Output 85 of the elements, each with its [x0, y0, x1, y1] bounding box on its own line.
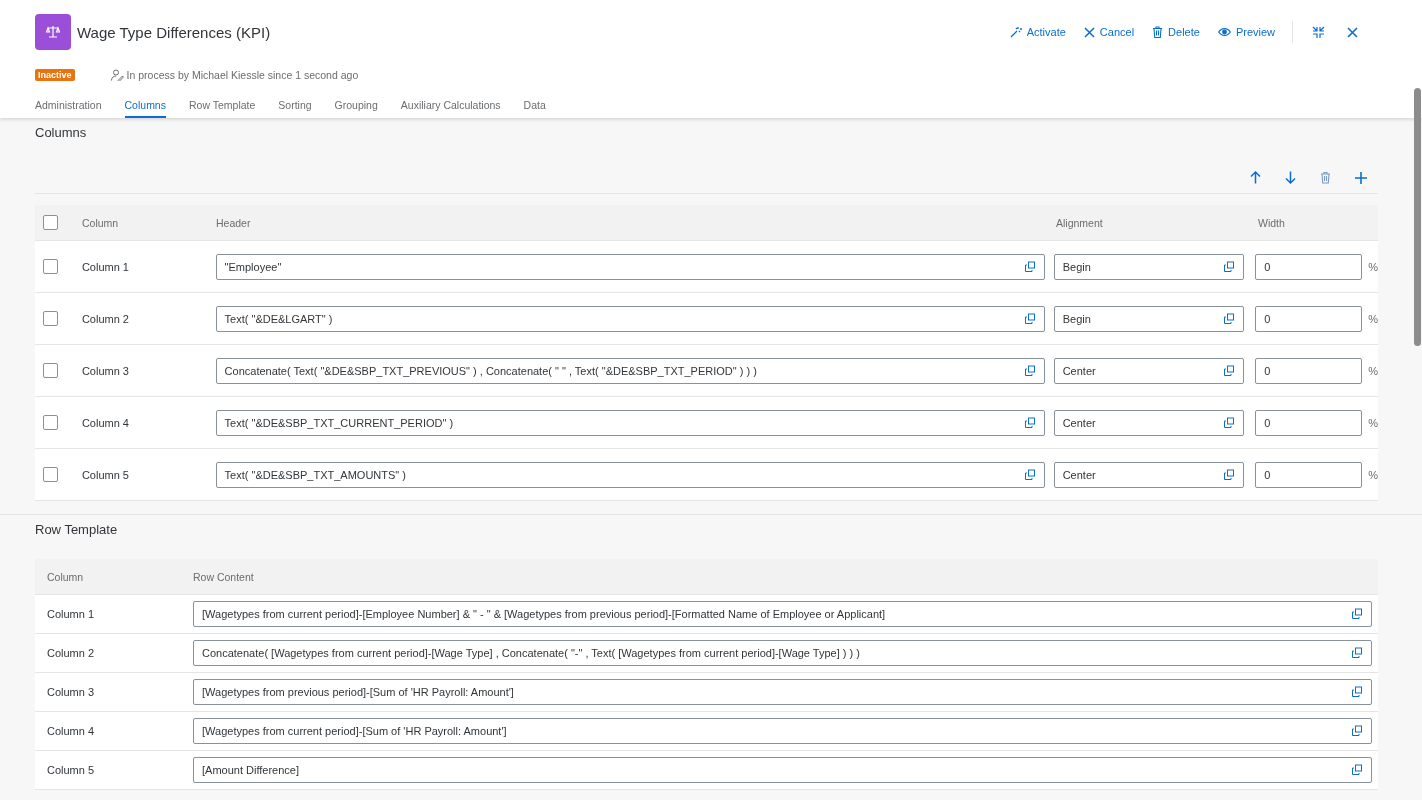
tab[interactable]: Row Template: [188, 93, 256, 118]
tab[interactable]: Columns: [124, 93, 166, 118]
header-field[interactable]: "Employee": [215, 253, 1045, 280]
unit-label: %: [1368, 312, 1378, 325]
copy-icon[interactable]: [1222, 416, 1235, 429]
scales-icon: [35, 14, 71, 50]
column-header: Column: [82, 216, 119, 229]
column-name: Column 5: [81, 468, 129, 481]
section-title: Columns: [35, 124, 88, 142]
column-name: Column 4: [47, 725, 95, 737]
row-content-field[interactable]: [Wagetypes from current period]-[Employee Number] & " - " & [Wagetypes from previous period]-[Formatted Name of Employee or Applicant]: [193, 601, 1372, 627]
unit-label: %: [1368, 468, 1378, 481]
column-name: Column 5: [47, 764, 95, 776]
unit-label: %: [1368, 416, 1378, 429]
copy-icon[interactable]: [1351, 764, 1363, 776]
width-field[interactable]: 0: [1255, 357, 1363, 384]
status-badge: Inactive: [35, 69, 75, 81]
row-content-field[interactable]: Concatenate( [Wagetypes from current period]-[Wage Type] , Concatenate( "-" , Text( [Wagetypes from current period]-[Wage Type] ) ) ): [193, 640, 1372, 666]
row-checkbox[interactable]: [43, 311, 58, 326]
select-all-checkbox[interactable]: [43, 215, 58, 230]
column-name: Column 2: [81, 312, 129, 325]
action-button[interactable]: Delete: [1145, 22, 1207, 42]
copy-icon[interactable]: [1023, 260, 1036, 273]
column-name: Column 1: [47, 608, 95, 620]
row-checkbox[interactable]: [43, 415, 58, 430]
row-checkbox[interactable]: [43, 259, 58, 274]
copy-icon[interactable]: [1222, 364, 1235, 377]
row-content-field[interactable]: [Wagetypes from previous period]-[Sum of 'HR Payroll: Amount']: [193, 679, 1372, 705]
header-field[interactable]: Text( "&DE&SBP_TXT_CURRENT_PERIOD" ): [215, 409, 1045, 436]
copy-icon[interactable]: [1351, 647, 1363, 659]
header-field[interactable]: Concatenate( Text( "&DE&SBP_TXT_PREVIOUS" ) , Concatenate( " " , Text( "&DE&SBP_TXT_PERIOD" ) ) ): [215, 357, 1045, 384]
unit-label: %: [1368, 260, 1378, 273]
row-content-field[interactable]: [Amount Difference]: [193, 757, 1372, 783]
section-title: Row Template: [35, 521, 119, 539]
width-field[interactable]: 0: [1255, 409, 1363, 436]
person-edit-icon: [110, 69, 124, 81]
copy-icon[interactable]: [1023, 364, 1036, 377]
action-button[interactable]: Cancel: [1076, 22, 1142, 42]
column-header: Width: [1258, 216, 1285, 229]
alignment-field[interactable]: Begin: [1053, 253, 1244, 280]
unit-label: %: [1368, 364, 1378, 377]
alignment-field[interactable]: Begin: [1053, 305, 1244, 332]
row-checkbox[interactable]: [43, 467, 58, 482]
eye-icon: [1217, 27, 1231, 37]
tab[interactable]: Data: [523, 93, 546, 118]
copy-icon[interactable]: [1222, 260, 1235, 273]
row-content-field[interactable]: [Wagetypes from current period]-[Sum of 'HR Payroll: Amount']: [193, 718, 1372, 744]
column-name: Column 3: [47, 686, 95, 698]
tab[interactable]: Auxiliary Calculations: [400, 93, 501, 118]
action-button[interactable]: Activate: [1002, 22, 1073, 42]
copy-icon[interactable]: [1023, 416, 1036, 429]
row-checkbox[interactable]: [43, 363, 58, 378]
copy-icon[interactable]: [1351, 608, 1363, 620]
column-header: Alignment: [1056, 216, 1103, 229]
header-field[interactable]: Text( "&DE&SBP_TXT_AMOUNTS" ): [215, 461, 1045, 488]
trash-icon: [1152, 26, 1164, 38]
cross-icon: [1083, 26, 1095, 38]
alignment-field[interactable]: Center: [1053, 461, 1244, 488]
copy-icon[interactable]: [1222, 468, 1235, 481]
tab[interactable]: Grouping: [334, 93, 378, 118]
column-header: Header: [216, 216, 251, 229]
wand-icon: [1009, 26, 1022, 38]
page-title: Wage Type Differences (KPI): [77, 23, 271, 41]
action-button[interactable]: Preview: [1210, 22, 1282, 42]
header-field[interactable]: Text( "&DE&LGART" ): [215, 305, 1045, 332]
process-info: In process by Michael Kiessle since 1 second ago: [126, 69, 359, 81]
column-name: Column 4: [81, 416, 129, 429]
copy-icon[interactable]: [1023, 468, 1036, 481]
width-field[interactable]: 0: [1255, 305, 1363, 332]
tab[interactable]: Sorting: [278, 93, 312, 118]
alignment-field[interactable]: Center: [1053, 409, 1244, 436]
scrollbar[interactable]: [1414, 88, 1421, 346]
width-field[interactable]: 0: [1255, 253, 1363, 280]
copy-icon[interactable]: [1351, 686, 1363, 698]
column-name: Column 1: [81, 260, 129, 273]
tab[interactable]: Administration: [35, 93, 102, 118]
copy-icon[interactable]: [1023, 312, 1036, 325]
column-header: Row Content: [193, 570, 254, 583]
copy-icon[interactable]: [1351, 725, 1363, 737]
width-field[interactable]: 0: [1255, 461, 1363, 488]
copy-icon[interactable]: [1222, 312, 1235, 325]
alignment-field[interactable]: Center: [1053, 357, 1244, 384]
column-header: Column: [47, 570, 84, 583]
column-name: Column 2: [47, 647, 95, 659]
column-name: Column 3: [81, 364, 129, 377]
